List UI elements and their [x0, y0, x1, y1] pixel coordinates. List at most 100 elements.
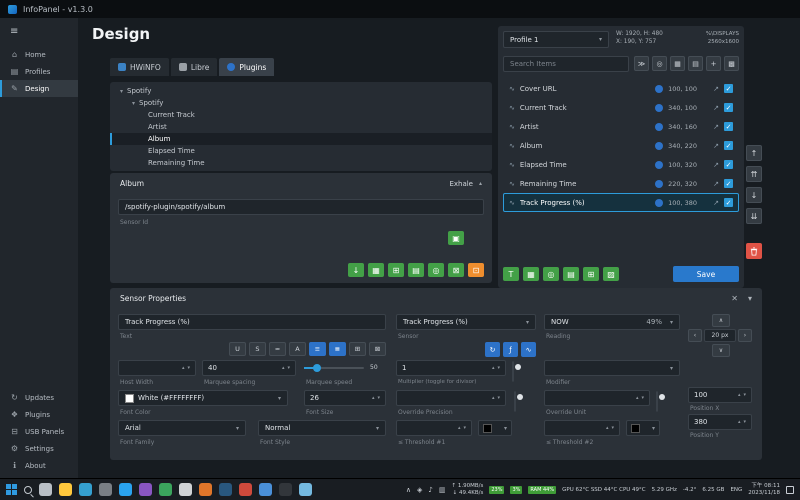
- link-icon[interactable]: ↗: [713, 104, 719, 112]
- threshold2-stepper[interactable]: [544, 420, 620, 436]
- sensor-action-button[interactable]: ▤: [408, 263, 424, 277]
- marquee-button[interactable]: ≈: [269, 342, 286, 356]
- add-item-button[interactable]: ▦: [523, 267, 539, 281]
- graph-button[interactable]: ∿: [521, 342, 536, 357]
- position-y-stepper[interactable]: 380: [688, 414, 752, 430]
- sensor-action-button[interactable]: ↓: [348, 263, 364, 277]
- toolbar-button[interactable]: ▩: [724, 56, 739, 71]
- collapse-icon[interactable]: ▾: [748, 294, 752, 303]
- tree-node-current-track[interactable]: Current Track: [110, 109, 492, 121]
- tray-icon[interactable]: ◈: [417, 486, 422, 494]
- clock[interactable]: 下午 08:11 2023/11/18: [748, 483, 780, 497]
- stepper-arrows-icon[interactable]: [492, 395, 500, 401]
- override-unit-toggle[interactable]: [656, 391, 658, 412]
- list-item-selected[interactable]: ∿ Track Progress (%) 100, 380 ↗: [503, 193, 739, 212]
- item-visible-checkbox[interactable]: [724, 141, 733, 150]
- move-up-button[interactable]: ↑: [746, 145, 762, 161]
- list-item[interactable]: ∿ Remaining Time 220, 320 ↗: [503, 174, 739, 193]
- taskbar-app-icon[interactable]: [199, 483, 212, 496]
- align-center-button[interactable]: ≣: [329, 342, 346, 356]
- sidebar-item-usb-panels[interactable]: ⊟ USB Panels: [0, 423, 78, 440]
- taskbar-app-icon[interactable]: [179, 483, 192, 496]
- chevron-down-icon[interactable]: ▾: [132, 100, 135, 107]
- font-style-select[interactable]: Normal: [258, 420, 386, 436]
- item-visible-checkbox[interactable]: [724, 84, 733, 93]
- tree-node-remaining-time[interactable]: Remaining Time: [110, 157, 492, 169]
- link-icon[interactable]: ↗: [713, 199, 719, 207]
- task-view-icon[interactable]: [39, 483, 52, 496]
- tray-icon[interactable]: ♪: [428, 486, 432, 494]
- sensor-action-button[interactable]: ◎: [428, 263, 444, 277]
- taskbar-app-icon[interactable]: [259, 483, 272, 496]
- sensor-action-button-warning[interactable]: ⊡: [468, 263, 484, 277]
- multiplier-toggle[interactable]: [512, 361, 514, 382]
- link-icon[interactable]: ↗: [713, 180, 719, 188]
- file-explorer-icon[interactable]: [59, 483, 72, 496]
- stepper-arrows-icon[interactable]: [458, 425, 466, 431]
- sidebar-item-updates[interactable]: ↻ Updates: [0, 389, 78, 406]
- close-icon[interactable]: ✕: [731, 294, 738, 303]
- stepper-arrows-icon[interactable]: [606, 425, 614, 431]
- add-item-button[interactable]: ⊞: [583, 267, 599, 281]
- marquee-spacing-stepper[interactable]: 40: [202, 360, 296, 376]
- titlebar[interactable]: InfoPanel - v1.3.0: [0, 0, 800, 18]
- tab-libre[interactable]: Libre: [171, 58, 218, 76]
- tray-icon[interactable]: ▥: [439, 486, 446, 494]
- link-icon[interactable]: ↗: [713, 161, 719, 169]
- add-item-button[interactable]: ▤: [563, 267, 579, 281]
- stepper-arrows-icon[interactable]: [372, 395, 380, 401]
- list-item[interactable]: ∿ Elapsed Time 100, 320 ↗: [503, 155, 739, 174]
- font-family-select[interactable]: Arial: [118, 420, 246, 436]
- taskbar-app-icon[interactable]: [119, 483, 132, 496]
- stepper-arrows-icon[interactable]: [492, 365, 500, 371]
- item-visible-checkbox[interactable]: [724, 160, 733, 169]
- override-precision-stepper[interactable]: [396, 390, 506, 406]
- sensor-action-button[interactable]: ⊠: [448, 263, 464, 277]
- list-item[interactable]: ∿ Album 340, 220 ↗: [503, 136, 739, 155]
- toolbar-button[interactable]: ▤: [688, 56, 703, 71]
- marquee-speed-slider[interactable]: [304, 360, 364, 376]
- position-x-stepper[interactable]: 100: [688, 387, 752, 403]
- sensor-action-button[interactable]: ▦: [368, 263, 384, 277]
- stepper-arrows-icon[interactable]: [738, 392, 746, 398]
- tree-node-spotify[interactable]: ▾ Spotify: [110, 97, 492, 109]
- sidebar-item-home[interactable]: ⌂ Home: [0, 46, 78, 63]
- tray-expand-icon[interactable]: ∧: [406, 486, 411, 494]
- threshold2-color-picker[interactable]: [626, 420, 660, 436]
- toolbar-button[interactable]: ≫: [634, 56, 649, 71]
- nudge-down-button[interactable]: ∨: [712, 344, 730, 357]
- item-visible-checkbox[interactable]: [724, 179, 733, 188]
- stepper-arrows-icon[interactable]: [636, 395, 644, 401]
- formula-button[interactable]: ƒ: [503, 342, 518, 357]
- sidebar-item-settings[interactable]: ⚙ Settings: [0, 440, 78, 457]
- strikethrough-button[interactable]: S: [249, 342, 266, 356]
- stepper-arrows-icon[interactable]: [738, 419, 746, 425]
- taskbar-app-icon[interactable]: [139, 483, 152, 496]
- toolbar-button[interactable]: ▦: [670, 56, 685, 71]
- list-item[interactable]: ∿ Artist 340, 160 ↗: [503, 117, 739, 136]
- taskbar-app-icon[interactable]: [279, 483, 292, 496]
- stepper-arrows-icon[interactable]: [282, 365, 290, 371]
- taskbar-app-icon[interactable]: [79, 483, 92, 496]
- chevron-up-icon[interactable]: ▴: [479, 180, 482, 187]
- add-item-button[interactable]: ◎: [543, 267, 559, 281]
- start-button[interactable]: [6, 484, 17, 495]
- nudge-left-button[interactable]: ‹: [688, 329, 702, 342]
- sidebar-item-profiles[interactable]: ▤ Profiles: [0, 63, 78, 80]
- network-speed-monitor[interactable]: ↑ 1.90MB/s ↓ 49.4KB/s: [452, 483, 484, 497]
- multiplier-stepper[interactable]: 1: [396, 360, 506, 376]
- taskbar-app-icon[interactable]: [239, 483, 252, 496]
- modifier-select[interactable]: [544, 360, 680, 376]
- reading-select[interactable]: NOW 49%: [544, 314, 680, 330]
- sidebar-item-plugins[interactable]: ❖ Plugins: [0, 406, 78, 423]
- underline-button[interactable]: U: [229, 342, 246, 356]
- link-icon[interactable]: ↗: [713, 142, 719, 150]
- search-input[interactable]: [503, 56, 629, 72]
- override-precision-toggle[interactable]: [514, 391, 516, 412]
- delete-item-button[interactable]: [746, 243, 762, 259]
- tree-node-artist[interactable]: Artist: [110, 121, 492, 133]
- nudge-right-button[interactable]: ›: [738, 329, 752, 342]
- sensor-action-button[interactable]: ⊞: [388, 263, 404, 277]
- link-icon[interactable]: ↗: [713, 85, 719, 93]
- taskbar-app-icon[interactable]: [99, 483, 112, 496]
